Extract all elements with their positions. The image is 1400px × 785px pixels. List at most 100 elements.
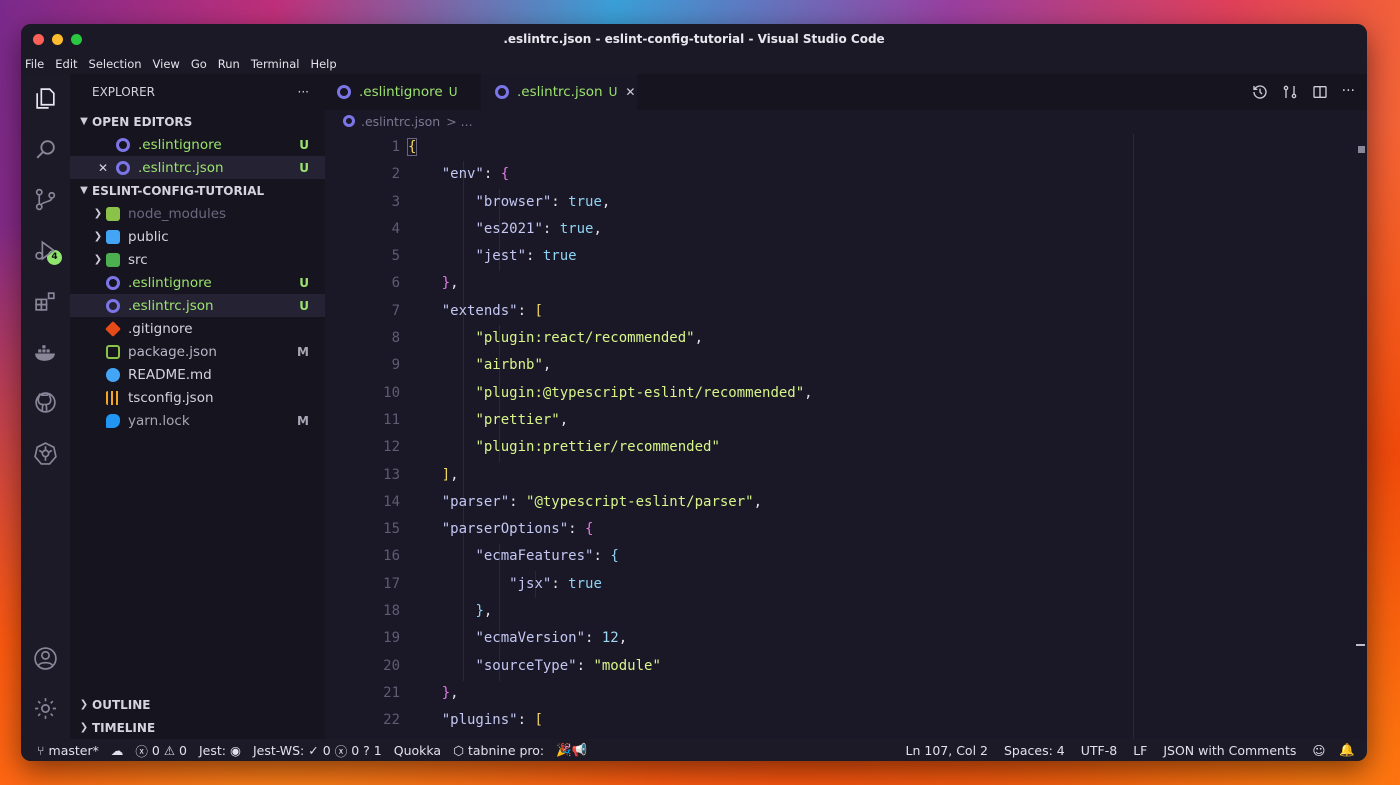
code-line: 11 "prettier",	[325, 407, 1367, 434]
quokka-status[interactable]: Quokka	[394, 743, 441, 758]
error-count: 0	[151, 742, 160, 758]
tree-item-name: README.md	[128, 366, 212, 383]
code-line: 15 "parserOptions": {	[325, 516, 1367, 543]
menu-bar: File Edit Selection View Go Run Terminal…	[21, 54, 1367, 74]
tree-item-eslintrc[interactable]: .eslintrc.json U	[70, 294, 325, 317]
tree-item-tsconfig[interactable]: tsconfig.json	[70, 386, 325, 409]
docker-icon[interactable]	[33, 340, 58, 365]
folder-src-icon	[106, 252, 120, 267]
jest-watch-icon: ◉	[230, 742, 241, 758]
code-line: 7 "extends": [	[325, 298, 1367, 325]
menu-terminal[interactable]: Terminal	[251, 57, 300, 71]
problems-status[interactable]: ⓧ 0 ⚠ 0	[135, 741, 187, 760]
error-icon: ⓧ	[135, 743, 148, 759]
line-number: 21	[383, 684, 400, 701]
menu-help[interactable]: Help	[310, 57, 336, 71]
close-tab-icon[interactable]: ✕	[625, 85, 635, 99]
git-status: U	[299, 275, 309, 290]
open-editors-header[interactable]: ▼ OPEN EDITORS	[70, 110, 325, 133]
cursor-position[interactable]: Ln 107, Col 2	[906, 743, 988, 758]
encoding-status[interactable]: UTF-8	[1081, 743, 1117, 758]
menu-file[interactable]: File	[25, 57, 44, 71]
minimize-window-button[interactable]	[52, 34, 63, 45]
breadcrumb-rest[interactable]: > ...	[446, 114, 472, 129]
feedback-icon[interactable]: ☺	[1312, 743, 1325, 758]
timeline-history-icon[interactable]	[1252, 84, 1268, 104]
menu-go[interactable]: Go	[191, 57, 207, 71]
code-line: 1{	[325, 134, 1367, 161]
pass-count: 0	[322, 742, 331, 758]
chevron-right-icon: ❯	[79, 699, 89, 710]
fail-icon: ⓧ	[334, 743, 348, 759]
tree-item-name: yarn.lock	[128, 412, 190, 429]
kubernetes-icon[interactable]	[33, 441, 58, 466]
sync-status[interactable]: ☁	[111, 743, 124, 758]
encoding-label: UTF-8	[1080, 742, 1118, 758]
code-line: 21 },	[325, 680, 1367, 707]
search-icon[interactable]	[33, 137, 58, 162]
timeline-header[interactable]: ❯ TIMELINE	[70, 716, 325, 739]
menu-run[interactable]: Run	[218, 57, 240, 71]
code-line: 20 "sourceType": "module"	[325, 653, 1367, 680]
outline-header[interactable]: ❯ OUTLINE	[70, 693, 325, 716]
maximize-window-button[interactable]	[71, 34, 82, 45]
tree-item-package-json[interactable]: package.json M	[70, 340, 325, 363]
unknown-count: 1	[373, 742, 382, 758]
close-window-button[interactable]	[33, 34, 44, 45]
tree-item-src[interactable]: ❯ src	[70, 248, 325, 271]
source-control-icon[interactable]	[33, 187, 58, 212]
line-number: 5	[391, 248, 400, 265]
menu-edit[interactable]: Edit	[55, 57, 77, 71]
branch-status[interactable]: ⑂ master*	[37, 743, 99, 758]
open-editor-item[interactable]: ✕ .eslintrc.json U	[70, 156, 325, 179]
chevron-down-icon: ▼	[80, 116, 88, 127]
line-number: 20	[383, 657, 400, 674]
eslint-file-icon	[495, 85, 509, 99]
language-mode[interactable]: JSON with Comments	[1163, 743, 1296, 758]
project-header[interactable]: ▼ ESLINT-CONFIG-TUTORIAL	[70, 179, 325, 202]
code-line: 2 "env": {	[325, 161, 1367, 188]
tab-eslintrc[interactable]: .eslintrc.json U ✕	[481, 74, 637, 110]
menu-view[interactable]: View	[153, 57, 180, 71]
more-actions-icon[interactable]: ···	[1342, 84, 1355, 104]
open-editor-name: .eslintignore	[138, 136, 222, 153]
open-editor-item[interactable]: .eslintignore U	[70, 133, 325, 156]
compare-changes-icon[interactable]	[1282, 84, 1298, 104]
notifications-bell-icon[interactable]: 🔔	[1339, 742, 1355, 758]
eol-status[interactable]: LF	[1133, 743, 1147, 758]
tab-eslintignore[interactable]: .eslintignore U	[325, 74, 481, 110]
code-line: 17 "jsx": true	[325, 571, 1367, 598]
jest-status[interactable]: Jest: ◉	[199, 743, 241, 758]
extensions-icon[interactable]	[33, 289, 58, 314]
account-icon[interactable]	[33, 646, 58, 671]
tree-item-readme[interactable]: README.md	[70, 363, 325, 386]
explorer-more-icon[interactable]: ···	[298, 85, 309, 99]
close-icon[interactable]: ✕	[98, 161, 116, 175]
github-icon[interactable]	[33, 390, 58, 415]
indentation-status[interactable]: Spaces: 4	[1004, 743, 1065, 758]
tree-item-gitignore[interactable]: .gitignore	[70, 317, 325, 340]
timeline-label: TIMELINE	[92, 720, 156, 735]
run-debug-icon[interactable]	[33, 238, 58, 263]
breadcrumb-file[interactable]: .eslintrc.json	[361, 114, 440, 129]
tree-item-eslintignore[interactable]: .eslintignore U	[70, 271, 325, 294]
tree-item-public[interactable]: ❯ public	[70, 225, 325, 248]
git-status: U	[299, 298, 309, 313]
tree-item-name: .gitignore	[128, 320, 193, 337]
settings-icon[interactable]	[33, 696, 58, 721]
tree-item-yarn-lock[interactable]: yarn.lock M	[70, 409, 325, 432]
nodejs-file-icon	[106, 344, 120, 359]
tabnine-status[interactable]: ⬡ tabnine pro: 🎉📢	[453, 742, 587, 758]
tree-item-node-modules[interactable]: ❯ node_modules	[70, 202, 325, 225]
chevron-right-icon: ❯	[93, 208, 103, 219]
line-number: 6	[391, 275, 400, 292]
jest-ws-status[interactable]: Jest-WS: ✓ 0 ⓧ 0 ? 1	[253, 741, 382, 760]
split-editor-icon[interactable]	[1312, 84, 1328, 104]
code-editor[interactable]: 1{ 2 "env": { 3 "browser": true, 4 "es20…	[325, 134, 1367, 754]
line-number: 2	[391, 166, 400, 183]
menu-selection[interactable]: Selection	[89, 57, 142, 71]
open-editors-label: OPEN EDITORS	[92, 114, 193, 129]
tree-item-name: src	[128, 251, 148, 268]
files-icon[interactable]	[33, 86, 58, 111]
language-label: JSON with Comments	[1163, 742, 1297, 758]
